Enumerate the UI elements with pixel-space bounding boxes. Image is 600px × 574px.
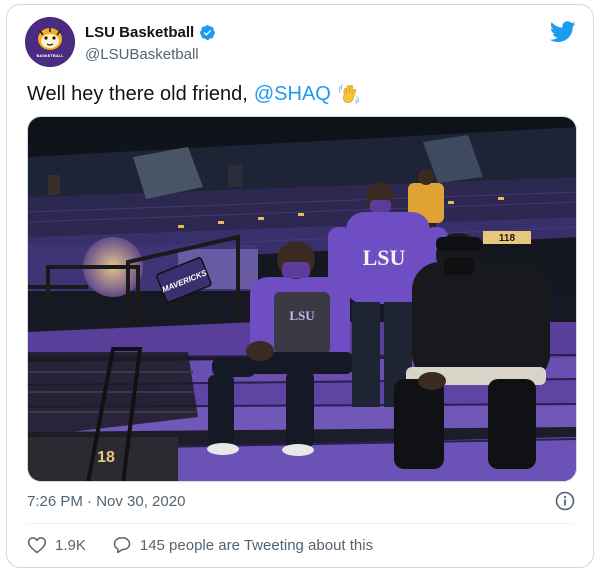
section-sign: 118 <box>499 233 516 244</box>
tweet-text: Well hey there old friend, @SHAQ <box>27 82 361 106</box>
tweeting-text: 145 people are Tweeting about this <box>139 536 374 554</box>
hoodie-text: LSU <box>363 245 406 270</box>
display-name[interactable]: LSU Basketball <box>85 24 194 41</box>
avatar[interactable]: BASKETBALL <box>25 17 75 67</box>
name-row: LSU Basketball <box>85 24 216 41</box>
like-count: 1.9K <box>55 536 86 554</box>
action-bar: 1.9K 145 people are Tweeting about this <box>27 535 373 555</box>
tweet-card: BASKETBALL LSU Basketball @LSUBasketball… <box>6 4 594 568</box>
tweet-photo[interactable]: 118 MAVERICKS 18 LSU LSU <box>27 116 577 482</box>
timestamp[interactable]: 7:26 PM · Nov 30, 2020 <box>27 493 185 510</box>
info-icon[interactable] <box>555 491 575 511</box>
shirt-text: LSU <box>289 308 315 323</box>
reply-bubble-icon <box>112 535 132 555</box>
twitter-bird-icon[interactable] <box>549 21 576 43</box>
waving-hand-icon <box>337 82 361 106</box>
verified-badge-icon <box>199 24 216 41</box>
arena-photo: 118 MAVERICKS 18 LSU LSU <box>28 117 576 481</box>
tweet-body: Well hey there old friend, <box>27 82 248 105</box>
lsu-tiger-logo-icon: BASKETBALL <box>25 17 75 67</box>
handle[interactable]: @LSUBasketball <box>85 46 199 63</box>
heart-icon <box>27 535 47 555</box>
avatar-text: BASKETBALL <box>36 53 64 58</box>
row-number: 18 <box>97 449 115 466</box>
divider <box>27 523 575 524</box>
mention-link[interactable]: @SHAQ <box>254 83 331 106</box>
like-button[interactable]: 1.9K <box>27 535 86 555</box>
tweeting-link[interactable]: 145 people are Tweeting about this <box>112 535 373 555</box>
